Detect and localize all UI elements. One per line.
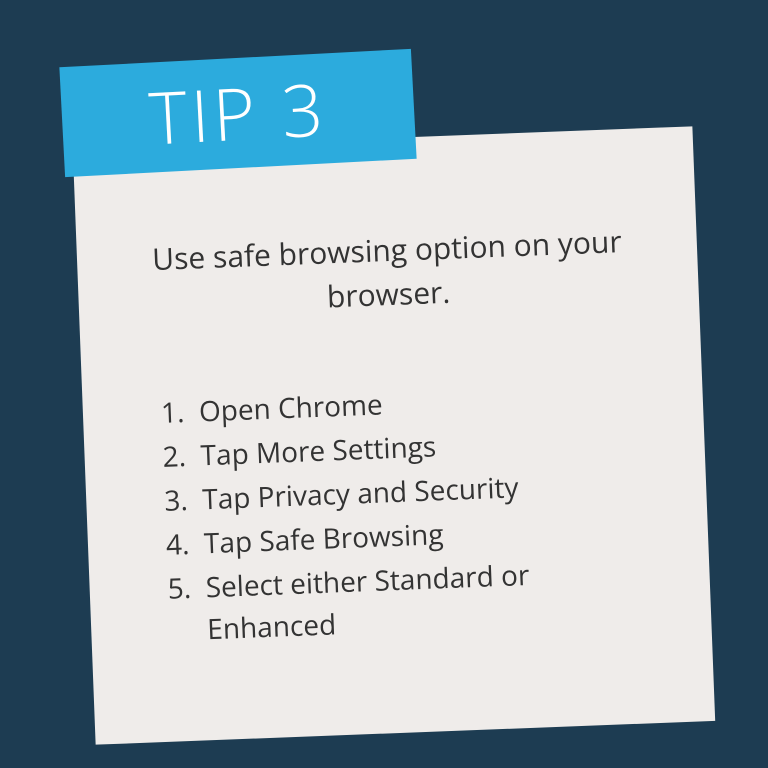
tip-steps-list: Open Chrome Tap More Settings Tap Privac… [132,373,662,653]
list-item: Select either Standard or Enhanced [167,549,662,652]
tip-heading: Use safe browsing option on your browser… [126,218,649,325]
tip-number-label: TIP 3 [147,59,330,166]
tip-number-badge: TIP 3 [59,49,416,177]
tip-card: Use safe browsing option on your browser… [73,126,715,744]
